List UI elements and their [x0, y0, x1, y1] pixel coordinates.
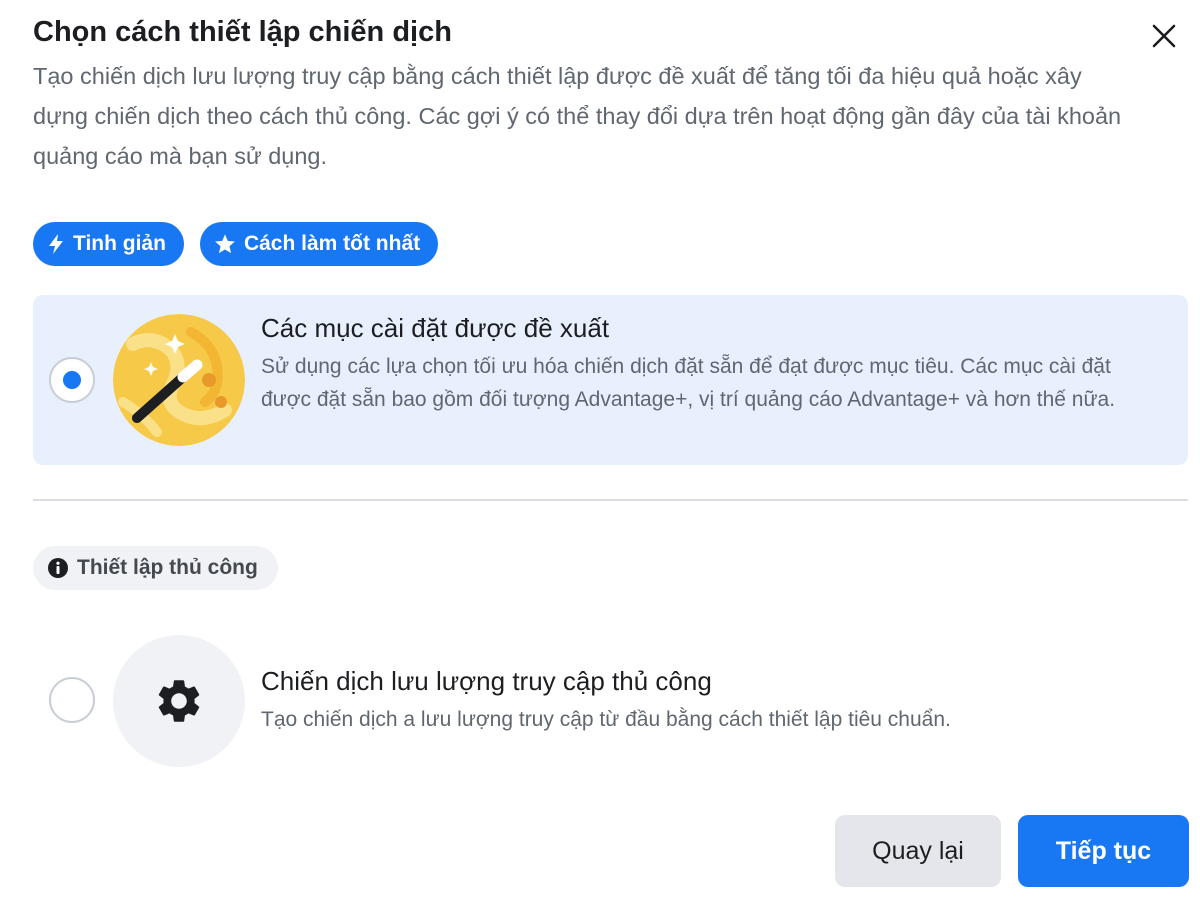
- option-manual-text: Chiến dịch lưu lượng truy cập thủ công T…: [261, 666, 1161, 736]
- star-icon: [215, 234, 235, 254]
- radio-manual[interactable]: [49, 677, 95, 723]
- badge-label: Tinh giản: [73, 232, 166, 255]
- option-title: Các mục cài đặt được đề xuất: [261, 313, 610, 343]
- badge-row: Tinh giản Cách làm tốt nhất: [33, 222, 439, 266]
- campaign-setup-dialog: Chọn cách thiết lập chiến dịch Tạo chiến…: [0, 0, 1200, 900]
- close-icon: [1152, 24, 1176, 48]
- manual-setup-label: Thiết lập thủ công: [77, 556, 258, 579]
- close-button[interactable]: [1144, 16, 1184, 56]
- option-description: Tạo chiến dịch a lưu lượng truy cập từ đ…: [261, 708, 951, 731]
- option-manual-campaign[interactable]: Chiến dịch lưu lượng truy cập thủ công T…: [33, 630, 1188, 770]
- continue-button[interactable]: Tiếp tục: [1018, 815, 1189, 887]
- lightning-icon: [49, 234, 63, 254]
- badge-label: Cách làm tốt nhất: [243, 232, 421, 255]
- badge-streamlined: Tinh giản: [33, 222, 184, 266]
- back-button[interactable]: Quay lại: [835, 815, 1001, 887]
- badge-best-practice: Cách làm tốt nhất: [199, 222, 439, 266]
- info-icon: [48, 558, 68, 578]
- dialog-description: Tạo chiến dịch lưu lượng truy cập bằng c…: [33, 63, 1122, 169]
- gear-icon: [113, 635, 245, 767]
- radio-recommended[interactable]: [49, 357, 95, 403]
- option-description: Sử dụng các lựa chọn tối ưu hóa chiến dị…: [261, 355, 1116, 411]
- option-recommended-text: Các mục cài đặt được đề xuất Sử dụng các…: [261, 313, 1161, 416]
- dialog-title: Chọn cách thiết lập chiến dịch: [33, 16, 452, 48]
- option-title: Chiến dịch lưu lượng truy cập thủ công: [261, 666, 712, 696]
- manual-setup-chip: Thiết lập thủ công: [33, 546, 278, 590]
- option-recommended-settings[interactable]: Các mục cài đặt được đề xuất Sử dụng các…: [33, 295, 1188, 465]
- divider: [33, 499, 1188, 501]
- magic-wand-icon: [113, 314, 245, 446]
